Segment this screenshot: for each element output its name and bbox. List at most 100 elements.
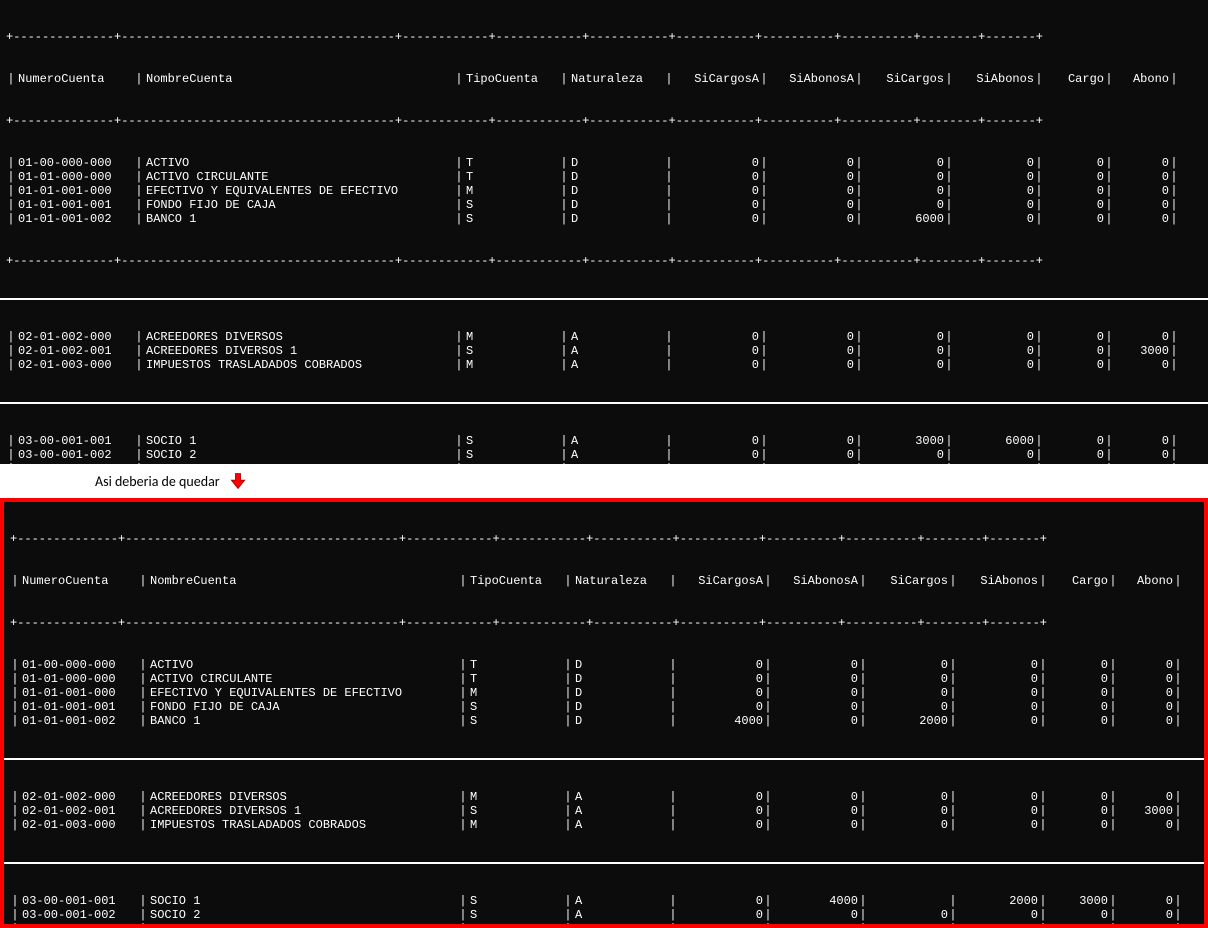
cell-sic: 0 xyxy=(868,804,948,818)
cell-abono: 3000 xyxy=(1118,804,1173,818)
expected-frame: +--------------+------------------------… xyxy=(0,498,1208,928)
cell-abono: 0 xyxy=(1114,358,1169,372)
cell-cargo: 0 xyxy=(1048,672,1108,686)
cell-num: 02-01-003-000 xyxy=(20,818,138,832)
cell-nat: A xyxy=(573,804,668,818)
col-cargo: Cargo xyxy=(1044,72,1104,86)
cell-sica: 0 xyxy=(674,434,759,448)
cell-cargo: 0 xyxy=(1044,330,1104,344)
cell-name: FONDO FIJO DE CAJA xyxy=(148,700,458,714)
cell-name: IMPUESTOS TRASLADADOS COBRADOS xyxy=(148,818,458,832)
cell-num: 03-00-001-002 xyxy=(20,908,138,922)
col-name: NombreCuenta xyxy=(144,72,454,86)
sql-result-expected-part3: |03-00-001-001|SOCIO 1|S|A|0|4000||2000|… xyxy=(4,864,1204,924)
col-sica: SiCargosA xyxy=(678,574,763,588)
cell-cargo: 0 xyxy=(1044,448,1104,462)
cell-abono: 0 xyxy=(1114,462,1169,464)
col-abono: Abono xyxy=(1118,574,1173,588)
cell-tipo: S xyxy=(464,434,559,448)
cell-sic: 0 xyxy=(868,790,948,804)
table-row: |01-01-001-001|FONDO FIJO DE CAJA|S|D|0|… xyxy=(6,198,1202,212)
cell-cargo: 0 xyxy=(1048,700,1108,714)
cell-abono: 3000 xyxy=(1114,344,1169,358)
cell-siaa: 0 xyxy=(773,658,858,672)
table-row: |01-00-000-000|ACTIVO|T|D|0|0|0|0|0|0| xyxy=(6,156,1202,170)
cell-name: EFECTIVO Y EQUIVALENTES DE EFECTIVO xyxy=(144,184,454,198)
cell-sica: 4000 xyxy=(678,714,763,728)
cell-sia: 0 xyxy=(958,672,1038,686)
cell-nat: A xyxy=(573,908,668,922)
cell-tipo: S xyxy=(464,344,559,358)
table-row: |03-00-001-001|SOCIO 1|S|A|0|0|3000|6000… xyxy=(6,434,1202,448)
cell-cargo: 0 xyxy=(1048,818,1108,832)
cell-siaa: 0 xyxy=(769,462,854,464)
cell-tipo: M xyxy=(468,818,563,832)
cell-nat: A xyxy=(569,448,664,462)
cell-sia: 0 xyxy=(954,184,1034,198)
cell-name: ACTIVO xyxy=(144,156,454,170)
cell-num: 01-01-000-000 xyxy=(20,672,138,686)
cell-cargo: 0 xyxy=(1048,908,1108,922)
cell-nat: A xyxy=(569,344,664,358)
cell-sic: 0 xyxy=(864,198,944,212)
cell-siaa: 0 xyxy=(773,714,858,728)
cell-tipo: T xyxy=(468,658,563,672)
cell-cargo: 0 xyxy=(1044,170,1104,184)
cell-abono: 0 xyxy=(1114,198,1169,212)
cell-cargo: 0 xyxy=(1044,156,1104,170)
cell-name: IMPUESTOS TRASLADADOS COBRADOS xyxy=(144,358,454,372)
sql-result-expected: +--------------+------------------------… xyxy=(4,502,1204,758)
cell-cargo: 0 xyxy=(1044,212,1104,226)
cell-abono: 0 xyxy=(1118,922,1173,924)
cell-sica: 0 xyxy=(674,358,759,372)
cell-sic: 0 xyxy=(864,170,944,184)
cell-tipo: M xyxy=(468,790,563,804)
cell-sica: 0 xyxy=(678,700,763,714)
cell-cargo: 0 xyxy=(1044,198,1104,212)
cell-abono: 0 xyxy=(1114,434,1169,448)
divider: +--------------+------------------------… xyxy=(6,114,1202,128)
col-nat: Naturaleza xyxy=(569,72,664,86)
cell-sic xyxy=(868,894,948,908)
sql-result-current: +--------------+------------------------… xyxy=(0,0,1208,298)
col-name: NombreCuenta xyxy=(148,574,458,588)
cell-tipo: S xyxy=(468,894,563,908)
cell-name: ACTIVO CIRCULANTE xyxy=(148,672,458,686)
cell-nat: D xyxy=(573,658,668,672)
cell-num: 01-00-000-000 xyxy=(16,156,134,170)
cell-abono: 0 xyxy=(1114,212,1169,226)
cell-sia: 0 xyxy=(958,686,1038,700)
table-header: |NumeroCuenta|NombreCuenta|TipoCuenta|Na… xyxy=(10,574,1198,588)
cell-nat: D xyxy=(569,156,664,170)
cell-sia: 0 xyxy=(954,198,1034,212)
cell-abono: 0 xyxy=(1114,184,1169,198)
cell-siaa: 0 xyxy=(769,156,854,170)
cell-tipo: M xyxy=(464,462,559,464)
table-row: |02-01-003-000|IMPUESTOS TRASLADADOS COB… xyxy=(6,358,1202,372)
col-tipo: TipoCuenta xyxy=(468,574,563,588)
cell-nat: A xyxy=(569,330,664,344)
cell-siaa: 0 xyxy=(769,212,854,226)
col-sic: SiCargos xyxy=(868,574,948,588)
col-num: NumeroCuenta xyxy=(20,574,138,588)
cell-tipo: S xyxy=(468,700,563,714)
cell-sia: 0 xyxy=(954,462,1034,464)
cell-num: 03-00-002-000 xyxy=(20,922,138,924)
cell-sia: 0 xyxy=(958,922,1038,924)
cell-nat: D xyxy=(569,184,664,198)
cell-sica: 0 xyxy=(678,790,763,804)
cell-nat: A xyxy=(573,818,668,832)
col-sia: SiAbonos xyxy=(954,72,1034,86)
cell-cargo: 0 xyxy=(1048,790,1108,804)
cell-tipo: T xyxy=(464,156,559,170)
cell-nat: D xyxy=(573,686,668,700)
annotation-row: Asi deberia de quedar xyxy=(0,464,1208,498)
cell-nat: D xyxy=(573,672,668,686)
cell-sia: 0 xyxy=(954,212,1034,226)
cell-num: 03-00-001-002 xyxy=(16,448,134,462)
cell-nat: D xyxy=(569,198,664,212)
cell-name: ACREEDORES DIVERSOS xyxy=(148,790,458,804)
cell-name: SOCIO 1 xyxy=(148,894,458,908)
cell-num: 03-00-001-001 xyxy=(16,434,134,448)
cell-abono: 0 xyxy=(1118,908,1173,922)
